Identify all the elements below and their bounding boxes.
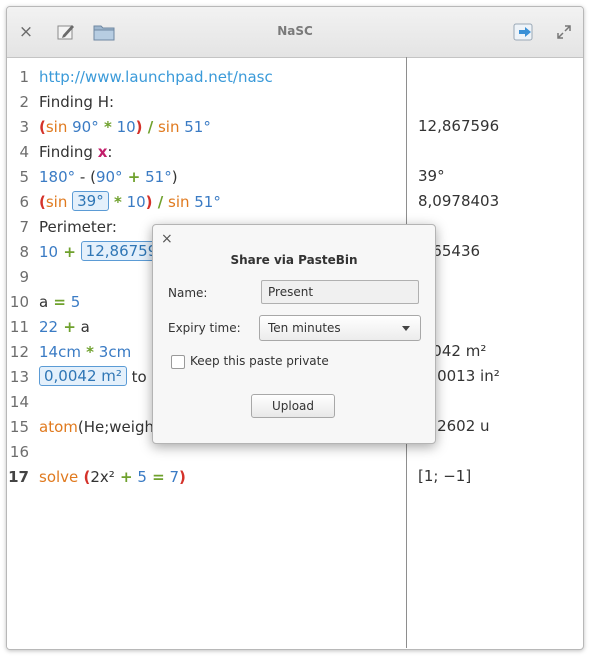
code-text: : <box>107 143 113 161</box>
number-token: 51° <box>140 168 172 186</box>
private-label[interactable]: Keep this paste private <box>190 354 329 368</box>
number-token: 90° <box>95 168 123 186</box>
line-number: 9 <box>19 268 29 286</box>
operator-token: / <box>152 193 164 211</box>
function-token: atom <box>39 418 78 436</box>
line-number: 4 <box>19 143 29 161</box>
pastebin-dialog: × Share via PasteBin Name: Present Expir… <box>152 224 436 444</box>
operator-token: - <box>75 168 86 186</box>
line-number: 10 <box>9 293 29 311</box>
operator-token: / <box>142 118 154 136</box>
share-icon <box>513 23 533 41</box>
name-field[interactable]: Present <box>261 280 419 304</box>
paren: ( <box>78 468 91 486</box>
code-text: Perimeter: <box>39 218 117 236</box>
line-number: 13 <box>9 368 29 386</box>
function-token: sin <box>153 118 180 136</box>
close-icon: × <box>161 231 173 247</box>
titlebar: × NaSC <box>7 7 583 58</box>
operator-token: + <box>114 468 133 486</box>
code-text: a <box>39 293 49 311</box>
number-token: 5 <box>66 293 81 311</box>
expiry-dropdown[interactable]: Ten minutes <box>259 315 421 341</box>
result-reference-chip[interactable]: 39° <box>72 191 109 211</box>
function-token: sin <box>45 118 68 136</box>
private-checkbox[interactable] <box>171 355 185 369</box>
line-number: 6 <box>19 193 29 211</box>
code-text: Finding H: <box>39 93 115 111</box>
line-number: 3 <box>19 118 29 136</box>
number-token: 90° <box>67 118 99 136</box>
paren: ) <box>135 118 143 136</box>
line-number: 7 <box>19 218 29 236</box>
operator-token: + <box>58 243 76 261</box>
operator-token: = <box>48 293 66 311</box>
expiry-label: Expiry time: <box>168 321 241 335</box>
number-token: 51° <box>179 118 211 136</box>
result-reference-chip[interactable]: 12,86759 <box>80 241 163 261</box>
number-token: 180° <box>39 168 76 186</box>
line-number: 8 <box>19 243 29 261</box>
result-value[interactable]: 39° <box>418 164 445 189</box>
number-token: 10 <box>111 118 136 136</box>
line-number: 12 <box>9 343 29 361</box>
expiry-selected-value: Ten minutes <box>268 321 341 335</box>
code-text: 2x² <box>90 468 115 486</box>
dialog-title: Share via PasteBin <box>230 253 358 267</box>
number-token: 14cm <box>39 343 81 361</box>
upload-button[interactable]: Upload <box>251 394 335 418</box>
name-label: Name: <box>168 286 208 300</box>
link[interactable]: http://www.launchpad.net/nasc <box>39 68 273 86</box>
line-number: 1 <box>19 68 29 86</box>
result-value[interactable]: [1; −1] <box>418 464 471 489</box>
number-token: 10 <box>39 243 59 261</box>
variable-token: x <box>97 143 108 161</box>
window-title: NaSC <box>277 24 313 38</box>
paren: ) <box>171 168 178 186</box>
result-value[interactable]: 12,867596 <box>418 114 499 139</box>
line-number: 2 <box>19 93 29 111</box>
paren: ( <box>85 168 96 186</box>
line-number: 15 <box>9 418 29 436</box>
number-token: 10 <box>121 193 146 211</box>
number-token: 3cm <box>94 343 132 361</box>
code-text: Finding <box>39 143 98 161</box>
chevron-down-icon <box>402 326 410 331</box>
maximize-icon <box>557 25 571 39</box>
number-token: 5 <box>132 468 147 486</box>
operator-token: * <box>80 343 95 361</box>
function-token: sin <box>45 193 68 211</box>
number-token: 7 <box>164 468 179 486</box>
result-value[interactable]: 8,0978403 <box>418 189 499 214</box>
number-token: 51° <box>189 193 221 211</box>
paren: ) <box>179 468 186 486</box>
operator-token: + <box>122 168 141 186</box>
line-number: 5 <box>19 168 29 186</box>
operator-token: * <box>98 118 112 136</box>
line-number: 14 <box>9 393 29 411</box>
paren: ) <box>145 193 153 211</box>
number-token: 22 <box>39 318 59 336</box>
operator-token: * <box>108 193 122 211</box>
code-text: to <box>126 368 147 386</box>
code-text: a <box>75 318 90 336</box>
paren: ( <box>39 118 46 136</box>
dialog-close-button[interactable]: × <box>161 231 173 247</box>
paren: ( <box>39 193 46 211</box>
operator-token: + <box>58 318 76 336</box>
line-number: 16 <box>9 443 29 461</box>
function-token: solve <box>39 468 79 486</box>
operator-token: = <box>146 468 165 486</box>
maximize-button[interactable] <box>551 20 577 44</box>
result-reference-chip[interactable]: 0,0042 m² <box>39 366 127 386</box>
line-number: 17 <box>8 468 29 486</box>
share-button[interactable] <box>511 20 537 44</box>
function-token: sin <box>163 193 190 211</box>
line-number: 11 <box>9 318 29 336</box>
